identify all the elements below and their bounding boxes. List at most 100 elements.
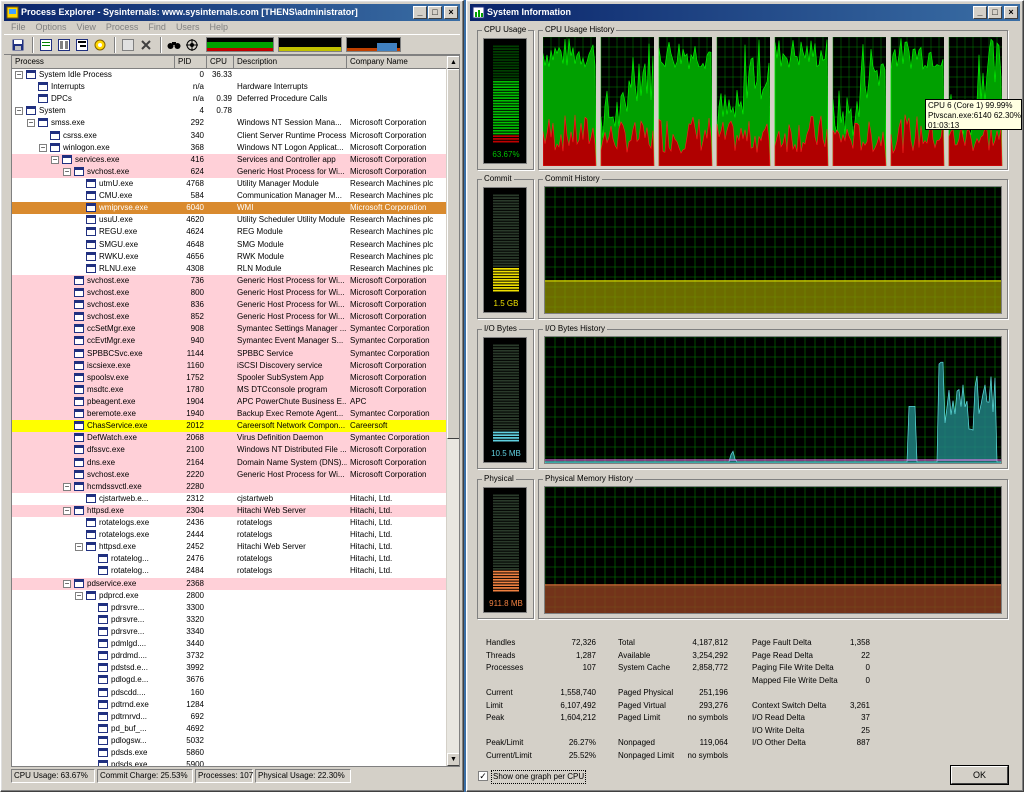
process-row[interactable]: svchost.exe 836 Generic Host Process for W… bbox=[12, 299, 459, 312]
menu-process[interactable]: Process bbox=[106, 21, 139, 34]
refresh-icon[interactable] bbox=[38, 37, 54, 53]
process-row[interactable]: CMU.exe 584 Communication Manager M... Rese… bbox=[12, 190, 459, 202]
process-row[interactable]: − System 4 0.78 bbox=[12, 105, 459, 117]
process-row[interactable]: csrss.exe 340 Client Server Runtime Proces… bbox=[12, 130, 459, 142]
process-row[interactable]: ccSetMgr.exe 908 Symantec Settings Manager… bbox=[12, 323, 459, 336]
show-one-graph-per-cpu-checkbox[interactable]: ✓ bbox=[478, 771, 488, 781]
process-row[interactable]: pdstsd.e... 3992 bbox=[12, 662, 459, 674]
collapse-toggle-icon[interactable]: − bbox=[15, 71, 23, 79]
commit-history-graph[interactable] bbox=[544, 186, 1002, 314]
si-close-button[interactable]: × bbox=[1004, 6, 1018, 19]
process-row[interactable]: wmiprvse.exe 6040 WMI Microsoft Corporation bbox=[12, 202, 459, 215]
column-header-pid[interactable]: PID bbox=[175, 56, 207, 68]
target-crosshair-icon[interactable] bbox=[184, 37, 200, 53]
process-row[interactable]: ChasService.exe 2012 Careersoft Network Co… bbox=[12, 420, 459, 433]
column-header-cpu[interactable]: CPU bbox=[207, 56, 234, 68]
scroll-up-button[interactable]: ▲ bbox=[447, 56, 459, 69]
collapse-toggle-icon[interactable]: − bbox=[15, 107, 23, 116]
process-row[interactable]: rotatelog... 2484 rotatelogs Hitachi, Ltd. bbox=[12, 565, 459, 577]
collapse-toggle-icon[interactable]: − bbox=[27, 119, 35, 128]
menu-help[interactable]: Help bbox=[209, 21, 228, 34]
menu-options[interactable]: Options bbox=[36, 21, 67, 34]
process-row[interactable]: msdtc.exe 1780 MS DTCconsole program Micros… bbox=[12, 383, 459, 396]
process-row[interactable]: pdsds.exe 5900 bbox=[12, 759, 459, 766]
process-row[interactable]: RWKU.exe 4656 RWK Module Research Machines … bbox=[12, 251, 459, 263]
process-row[interactable]: usuU.exe 4620 Utility Scheduler Utility Mo… bbox=[12, 214, 459, 226]
process-row[interactable]: − svchost.exe 624 Generic Host Process for … bbox=[12, 165, 459, 178]
process-row[interactable]: pdrsvre... 3320 bbox=[12, 614, 459, 626]
process-row[interactable]: pdtrnrvd... 692 bbox=[12, 711, 459, 723]
process-row[interactable]: pdlogd.e... 3676 bbox=[12, 674, 459, 686]
process-row[interactable]: − System Idle Process 0 36.33 bbox=[12, 69, 459, 81]
collapse-toggle-icon[interactable]: − bbox=[63, 506, 71, 515]
minimize-button[interactable]: _ bbox=[413, 6, 427, 19]
process-row[interactable]: REGU.exe 4624 REG Module Research Machines … bbox=[12, 226, 459, 238]
system-info-icon[interactable] bbox=[56, 37, 72, 53]
cpu-mini-graph[interactable] bbox=[206, 37, 274, 52]
maximize-button[interactable]: □ bbox=[428, 6, 442, 19]
io-mini-graph[interactable] bbox=[346, 37, 401, 52]
process-row[interactable]: svchost.exe 2220 Generic Host Process for … bbox=[12, 468, 459, 481]
pe-titlebar[interactable]: Process Explorer - Sysinternals: www.sys… bbox=[4, 4, 460, 21]
process-row[interactable]: ccEvtMgr.exe 940 Symantec Event Manager S.… bbox=[12, 335, 459, 348]
collapse-toggle-icon[interactable]: − bbox=[63, 482, 71, 491]
process-row[interactable]: cjstartweb.e... 2312 cjstartweb Hitachi, Lt… bbox=[12, 493, 459, 505]
column-header-description[interactable]: Description bbox=[234, 56, 347, 68]
process-row[interactable]: utmU.exe 4768 Utility Manager Module Resear… bbox=[12, 178, 459, 190]
process-row[interactable]: pbeagent.exe 1904 APC PowerChute Business … bbox=[12, 395, 459, 409]
process-row[interactable]: pd_buf_... 4692 bbox=[12, 723, 459, 735]
process-row[interactable]: pdrsvre... 3300 bbox=[12, 602, 459, 614]
process-row[interactable]: pdrsvre... 3340 bbox=[12, 626, 459, 638]
properties-icon[interactable] bbox=[120, 37, 136, 53]
process-row[interactable]: DPCs n/a 0.39 Deferred Procedure Calls bbox=[12, 93, 459, 105]
process-row[interactable]: rotatelogs.exe 2436 rotatelogs Hitachi, Ltd… bbox=[12, 517, 459, 529]
process-row[interactable]: svchost.exe 736 Generic Host Process for W… bbox=[12, 274, 459, 287]
menu-find[interactable]: Find bbox=[148, 21, 166, 34]
process-row[interactable]: − httpsd.exe 2452 Hitachi Web Server Hitachi… bbox=[12, 541, 459, 553]
process-row[interactable]: pdmlgd.... 3440 bbox=[12, 638, 459, 650]
close-button[interactable]: × bbox=[444, 6, 458, 19]
collapse-toggle-icon[interactable]: − bbox=[39, 143, 47, 152]
process-row[interactable]: beremote.exe 1940 Backup Exec Remote Agent… bbox=[12, 408, 459, 421]
collapse-toggle-icon[interactable]: − bbox=[51, 155, 59, 164]
process-tree-icon[interactable] bbox=[74, 37, 90, 53]
process-row[interactable]: Interrupts n/a Hardware Interrupts bbox=[12, 81, 459, 93]
process-list-scrollbar[interactable]: ▲ ▼ bbox=[446, 56, 459, 766]
column-header-company[interactable]: Company Name bbox=[347, 56, 447, 68]
process-row[interactable]: − httpsd.exe 2304 Hitachi Web Server Hitachi… bbox=[12, 504, 459, 518]
si-titlebar[interactable]: System Information _ □ × bbox=[470, 4, 1020, 21]
collapse-toggle-icon[interactable]: − bbox=[63, 579, 71, 588]
collapse-toggle-icon[interactable]: − bbox=[75, 591, 83, 600]
scroll-down-button[interactable]: ▼ bbox=[447, 753, 459, 766]
kill-process-icon[interactable] bbox=[138, 37, 154, 53]
process-row[interactable]: iscsiexe.exe 1160 iSCSI Discovery service M… bbox=[12, 359, 459, 372]
process-row[interactable]: − services.exe 416 Services and Controller … bbox=[12, 153, 459, 166]
menu-file[interactable]: File bbox=[11, 21, 26, 34]
settings-gear-icon[interactable] bbox=[92, 37, 108, 53]
process-row[interactable]: − smss.exe 292 Windows NT Session Mana... Mi… bbox=[12, 117, 459, 129]
save-icon[interactable] bbox=[10, 37, 26, 53]
commit-mini-graph[interactable] bbox=[278, 37, 342, 52]
physical-memory-history-graph[interactable] bbox=[544, 486, 1002, 614]
scroll-thumb[interactable] bbox=[447, 69, 459, 439]
process-list[interactable]: Process PID CPU Description Company Name… bbox=[11, 55, 460, 767]
process-row[interactable]: − pdservice.exe 2368 bbox=[12, 577, 459, 590]
column-header-process[interactable]: Process bbox=[12, 56, 175, 68]
process-row[interactable]: dns.exe 2164 Domain Name System (DNS)... Mi… bbox=[12, 456, 459, 469]
si-minimize-button[interactable]: _ bbox=[973, 6, 987, 19]
process-row[interactable]: − hcmdssvctl.exe 2280 bbox=[12, 480, 459, 493]
process-row[interactable]: svchost.exe 800 Generic Host Process for W… bbox=[12, 286, 459, 300]
process-row[interactable]: dfssvc.exe 2100 Windows NT Distributed Fil… bbox=[12, 444, 459, 457]
ok-button[interactable]: OK bbox=[951, 766, 1008, 784]
menu-users[interactable]: Users bbox=[176, 21, 200, 34]
process-row[interactable]: rotatelog... 2476 rotatelogs Hitachi, Ltd. bbox=[12, 553, 459, 565]
process-row[interactable]: RLNU.exe 4308 RLN Module Research Machines … bbox=[12, 263, 459, 275]
process-row[interactable]: − pdprcd.exe 2800 bbox=[12, 590, 459, 602]
process-row[interactable]: pdtrnd.exe 1284 bbox=[12, 699, 459, 711]
collapse-toggle-icon[interactable]: − bbox=[75, 543, 83, 552]
process-row[interactable]: pdrdmd.... 3732 bbox=[12, 650, 459, 662]
io-bytes-history-graph[interactable] bbox=[544, 336, 1002, 464]
collapse-toggle-icon[interactable]: − bbox=[63, 167, 71, 176]
process-row[interactable]: pdscdd.... 160 bbox=[12, 687, 459, 699]
process-row[interactable]: SMGU.exe 4648 SMG Module Research Machines … bbox=[12, 239, 459, 251]
